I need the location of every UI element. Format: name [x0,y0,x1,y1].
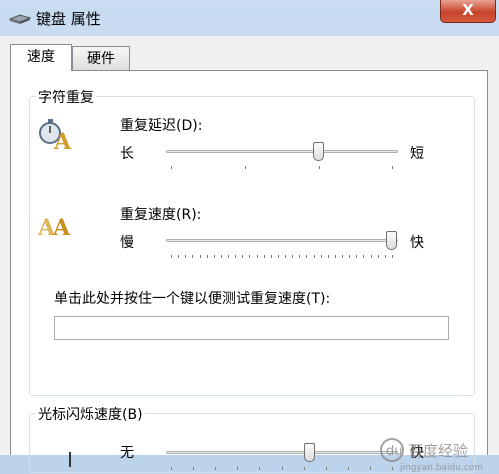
rate-tick [363,255,365,258]
repeat-delay-max-label: 短 [410,146,424,162]
title-bar[interactable]: 键盘 属性 X [0,0,499,36]
rate-tick [235,255,237,258]
repeat-delay-tick [392,166,393,169]
rate-tick [384,255,386,258]
repeat-rate-min-label: 慢 [120,235,134,251]
rate-tick [242,255,244,258]
svg-text:A: A [52,215,71,239]
blink-tick [193,467,195,470]
rate-tick [299,255,301,258]
rate-tick [370,255,372,258]
baidu-jingyan-watermark: du 百度经验 jingyan.baidu.com [380,438,483,473]
rate-tick [213,255,215,258]
blink-tick [325,467,327,470]
blink-tick [281,467,283,470]
rate-tick [285,255,287,258]
rate-tick [178,255,180,258]
cursor-blink-track [166,451,398,454]
blink-tick [347,467,349,470]
rate-tick [263,255,265,258]
rate-tick [292,255,294,258]
rate-tick [334,255,336,258]
repeat-rate-max-label: 快 [410,235,424,251]
rate-tick [349,255,351,258]
double-A-icon: A A [38,215,71,239]
repeat-delay-label: 重复延迟(D): [120,118,203,134]
blink-tick [171,467,172,470]
cursor-blink-title: 光标闪烁速度(B) [36,404,145,424]
tab-hardware[interactable]: 硬件 [72,46,130,70]
svg-text:百度经验: 百度经验 [408,442,468,460]
rate-tick [313,255,315,258]
repeat-delay-min-label: 长 [120,146,134,162]
rate-tick [270,255,272,258]
cursor-blink-thumb[interactable] [304,443,315,462]
keyboard-icon [8,14,32,24]
blink-tick [303,467,305,470]
stopwatch-A-icon: A [39,119,72,152]
rate-tick [199,255,201,258]
blink-tick [369,467,371,470]
dialog-body: 速度 硬件 字符重复 A 重复延迟(D): 长 短 A A 重复速度(R): 慢… [0,36,499,473]
repeat-test-input[interactable] [54,316,449,340]
cursor-blink-slider[interactable] [166,440,398,474]
rate-tick [392,255,393,258]
rate-tick [249,255,251,258]
tab-speed[interactable]: 速度 [10,44,72,71]
rate-tick [320,255,322,258]
close-button[interactable]: X [440,0,496,23]
rate-tick [377,255,379,258]
text-cursor-icon [69,452,71,467]
rate-tick [306,255,308,258]
char-repeat-title: 字符重复 [36,87,96,107]
repeat-delay-tick [171,166,172,169]
keyboard-properties-window: 键盘 属性 X 速度 硬件 字符重复 A 重复延迟(D): 长 短 A A 重复… [0,0,499,473]
rate-tick [220,255,222,258]
repeat-test-label: 单击此处并按住一个键以便测试重复速度(T): [54,291,331,307]
repeat-rate-track [166,239,398,242]
repeat-delay-tick [319,166,320,169]
char-repeat-group: 字符重复 A 重复延迟(D): 长 短 A A 重复速度(R): 慢 快 单击此… [29,87,475,396]
blink-tick [215,467,217,470]
rate-tick [277,255,279,258]
blink-tick [237,467,239,470]
repeat-delay-slider[interactable] [166,139,398,177]
repeat-rate-thumb[interactable] [386,231,397,250]
blink-tick [259,467,261,470]
rate-tick [192,255,194,258]
window-title: 键盘 属性 [36,10,101,28]
svg-text:jingyan.baidu.com: jingyan.baidu.com [399,463,483,473]
speed-panel: 字符重复 A 重复延迟(D): 长 短 A A 重复速度(R): 慢 快 单击此… [10,70,488,473]
rate-tick [206,255,208,258]
repeat-rate-label: 重复速度(R): [120,207,202,223]
cursor-blink-min-label: 无 [120,445,134,461]
rate-tick [256,255,258,258]
repeat-delay-thumb[interactable] [313,142,324,161]
rate-tick [228,255,230,258]
rate-tick [327,255,329,258]
repeat-rate-slider[interactable] [166,228,398,266]
rate-tick [342,255,344,258]
rate-tick [356,255,358,258]
repeat-delay-tick [245,166,246,169]
rate-tick [171,255,172,258]
svg-text:du: du [386,444,403,459]
svg-text:A: A [53,129,72,152]
repeat-delay-track [166,150,398,153]
rate-tick [185,255,187,258]
